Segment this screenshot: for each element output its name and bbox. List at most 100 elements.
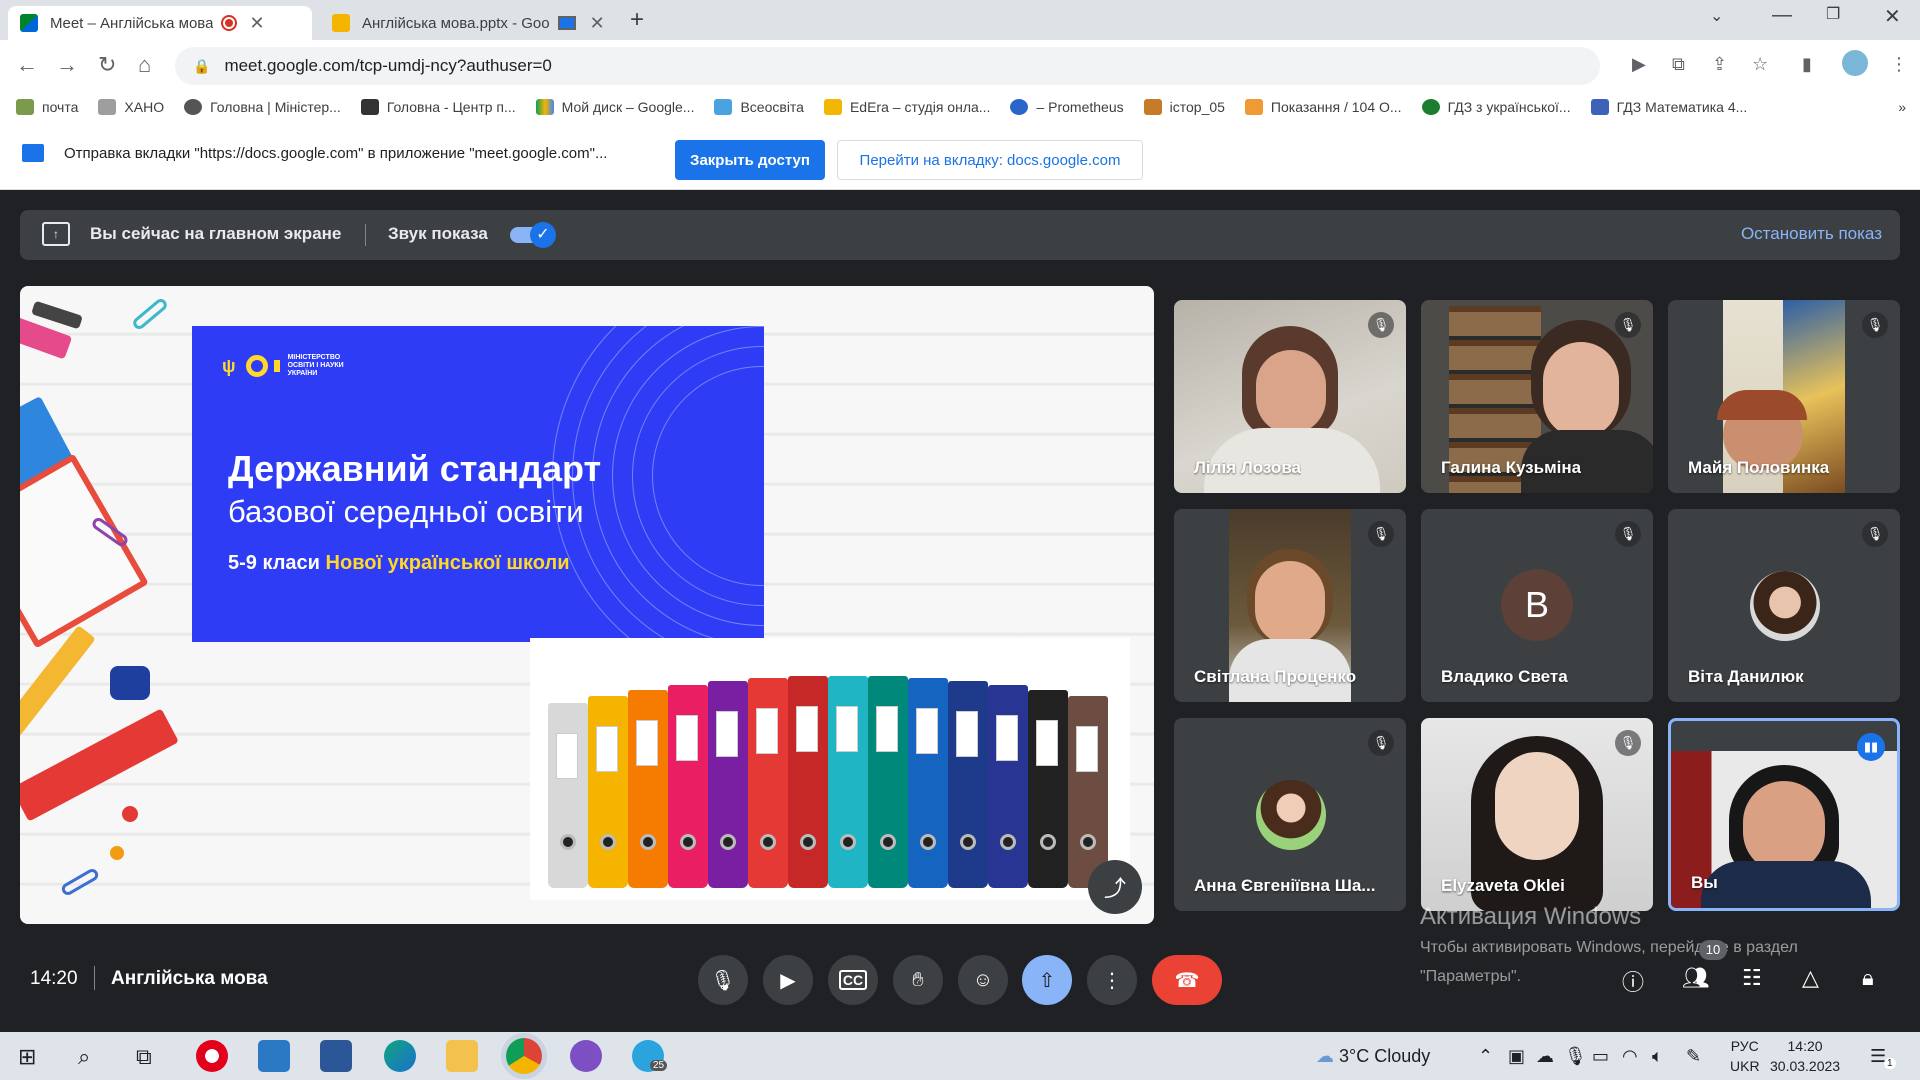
mail-icon[interactable] bbox=[258, 1040, 290, 1072]
slide-title-block: ψ МІНІСТЕРСТВО ОСВІТИ І НАУКИ УКРАЇНИ Де… bbox=[192, 326, 764, 642]
open-in-new-icon[interactable]: ⧉ bbox=[1672, 54, 1685, 75]
mic-off-icon: 🎙︎ bbox=[1615, 312, 1641, 338]
mic-off-icon: 🎙︎ bbox=[1615, 521, 1641, 547]
bookmark-item[interactable]: ГДЗ з української... bbox=[1421, 99, 1571, 115]
participant-tile[interactable]: 🎙︎ Майя Половинка bbox=[1668, 300, 1900, 493]
raise-hand-button[interactable]: ✋︎ bbox=[893, 955, 943, 1005]
close-access-button[interactable]: Закрыть доступ bbox=[675, 140, 825, 180]
file-explorer-icon[interactable] bbox=[446, 1040, 478, 1072]
tab-search-icon[interactable]: ⌄ bbox=[1710, 6, 1723, 26]
opera-icon[interactable] bbox=[196, 1040, 228, 1072]
more-vert-icon: ⋮ bbox=[1102, 969, 1122, 992]
activation-title: Активация Windows bbox=[1420, 903, 1642, 930]
participant-tile[interactable]: 🎙︎ Анна Євгеніївна Ша... bbox=[1174, 718, 1406, 911]
battery-icon[interactable]: ▭ bbox=[1592, 1046, 1609, 1067]
pen-icon[interactable]: ✎ bbox=[1686, 1046, 1701, 1067]
search-icon[interactable]: ⌕ bbox=[78, 1044, 90, 1070]
address-bar[interactable]: 🔒 meet.google.com/tcp-umdj-ncy?authuser=… bbox=[175, 47, 1600, 85]
info-icon[interactable]: ⓘ bbox=[1622, 965, 1644, 997]
minimize-icon[interactable]: — bbox=[1772, 4, 1792, 27]
stop-presenting-button[interactable]: Остановить показ bbox=[1741, 224, 1882, 244]
goto-tab-button[interactable]: Перейти на вкладку: docs.google.com bbox=[837, 140, 1143, 180]
bookmark-item[interactable]: Головна - Центр п... bbox=[360, 99, 516, 115]
participant-tile[interactable]: 🎙︎ Віта Данилюк bbox=[1668, 509, 1900, 702]
participant-tile[interactable]: В 🎙︎ Владико Света bbox=[1421, 509, 1653, 702]
restore-icon[interactable]: ❐ bbox=[1826, 4, 1840, 24]
present-button[interactable]: ⇧ bbox=[1022, 955, 1072, 1005]
mic-off-icon: 🎙︎ bbox=[1862, 312, 1888, 338]
bookmark-item[interactable]: Мой диск – Google... bbox=[535, 99, 694, 115]
close-tab-icon[interactable]: ✕ bbox=[590, 13, 605, 34]
share-icon[interactable]: ⤴ bbox=[1088, 860, 1142, 914]
bookmark-item[interactable]: ХАНО bbox=[98, 99, 164, 115]
home-icon[interactable]: ⌂ bbox=[138, 52, 151, 78]
more-bookmarks-icon[interactable]: » bbox=[1898, 99, 1906, 115]
bookmark-star-icon[interactable]: ☆ bbox=[1752, 54, 1768, 75]
clock-date: 30.03.2023 bbox=[1770, 1058, 1841, 1074]
side-panel-icon[interactable]: ▮ bbox=[1802, 54, 1812, 75]
captions-button[interactable]: CC bbox=[828, 955, 878, 1005]
mic-icon[interactable]: 🎙︎ bbox=[1564, 1046, 1587, 1067]
profile-avatar[interactable] bbox=[1842, 50, 1868, 76]
cast-icon bbox=[557, 16, 576, 30]
bookmark-item[interactable]: Всеосвіта bbox=[714, 99, 804, 115]
wifi-icon[interactable]: ◠ bbox=[1622, 1046, 1638, 1067]
chrome-icon[interactable] bbox=[506, 1038, 542, 1074]
binder bbox=[1028, 690, 1068, 888]
participant-tile[interactable]: 🎙︎ Світлана Проценко bbox=[1174, 509, 1406, 702]
menu-icon[interactable]: ⋮ bbox=[1890, 54, 1908, 75]
camera-icon[interactable]: ▶ bbox=[1632, 54, 1646, 75]
new-tab-icon[interactable]: + bbox=[630, 6, 644, 34]
language-indicator[interactable]: РУС UKR bbox=[1730, 1036, 1760, 1076]
share-icon[interactable]: ⇪ bbox=[1712, 54, 1727, 75]
tab-meet[interactable]: Meet – Англійська мова ✕ bbox=[8, 6, 312, 40]
bookmark-item[interactable]: Головна | Міністер... bbox=[184, 99, 341, 115]
back-icon[interactable]: ← bbox=[16, 52, 38, 78]
chat-icon[interactable]: ☷ bbox=[1742, 965, 1762, 991]
binder bbox=[748, 678, 788, 888]
volume-icon[interactable]: 🔈︎ bbox=[1652, 1046, 1663, 1067]
host-controls-icon[interactable]: 🔒︎ bbox=[1862, 965, 1874, 991]
bookmark-item[interactable]: істор_05 bbox=[1143, 99, 1225, 115]
close-window-icon[interactable]: ✕ bbox=[1884, 4, 1901, 29]
word-icon[interactable] bbox=[320, 1040, 352, 1072]
bookmark-item[interactable]: почта bbox=[16, 99, 78, 115]
weather-widget[interactable]: ☁ 3°C Cloudy bbox=[1316, 1046, 1430, 1067]
close-tab-icon[interactable]: ✕ bbox=[249, 13, 264, 34]
people-icon[interactable]: 👥︎ bbox=[1682, 965, 1710, 991]
leave-call-button[interactable]: ☎ bbox=[1152, 955, 1222, 1005]
bookmark-item[interactable]: – Prometheus bbox=[1010, 99, 1124, 115]
bookmark-item[interactable]: Показання / 104 О... bbox=[1244, 99, 1402, 115]
tray-expand-icon[interactable]: ⌃ bbox=[1478, 1046, 1493, 1067]
emoji-button[interactable]: ☺ bbox=[958, 955, 1008, 1005]
bookmark-item[interactable]: ГДЗ Математика 4... bbox=[1590, 99, 1747, 115]
emoji-icon: ☺ bbox=[972, 968, 994, 991]
camera-button[interactable]: ▶ bbox=[763, 955, 813, 1005]
binder bbox=[828, 676, 868, 888]
reload-icon[interactable]: ↻ bbox=[98, 52, 116, 78]
microphone-button[interactable]: 🎙︎ bbox=[698, 955, 748, 1005]
onedrive-icon[interactable]: ☁ bbox=[1536, 1046, 1554, 1067]
activation-line: Чтобы активировать Windows, перейдите в … bbox=[1420, 939, 1798, 956]
more-options-button[interactable]: ⋮ bbox=[1087, 955, 1137, 1005]
participant-tile[interactable]: 🎙︎ Галина Кузьміна bbox=[1421, 300, 1653, 493]
participant-tile[interactable]: 🎙︎ Elyzaveta Oklei bbox=[1421, 718, 1653, 911]
lang-top: РУС bbox=[1730, 1038, 1759, 1054]
bookmark-item[interactable]: EdEra – студія онла... bbox=[823, 99, 990, 115]
presenting-status: Вы сейчас на главном экране bbox=[90, 224, 342, 243]
prometheus-icon bbox=[1010, 99, 1029, 115]
edge-icon[interactable] bbox=[384, 1040, 416, 1072]
participant-tile[interactable]: 🎙︎ Лілія Лозова bbox=[1174, 300, 1406, 493]
windows-start-icon[interactable]: ⊞ bbox=[18, 1044, 36, 1070]
task-view-icon[interactable]: ⧉ bbox=[136, 1044, 152, 1070]
audio-toggle[interactable]: ✓ bbox=[510, 222, 558, 248]
self-tile[interactable]: ▮▮ Вы bbox=[1668, 718, 1900, 911]
viber-icon[interactable] bbox=[570, 1040, 602, 1072]
slides-favicon-icon bbox=[332, 14, 350, 32]
participant-name: Владико Света bbox=[1441, 667, 1568, 686]
meet-icon[interactable]: ▣ bbox=[1508, 1046, 1525, 1067]
forward-icon[interactable]: → bbox=[56, 52, 78, 78]
tab-slides[interactable]: Англійська мова.pptx - Goo ✕ bbox=[320, 6, 625, 40]
activities-icon[interactable]: △ bbox=[1802, 965, 1819, 991]
clock[interactable]: 14:20 30.03.2023 bbox=[1770, 1036, 1840, 1076]
